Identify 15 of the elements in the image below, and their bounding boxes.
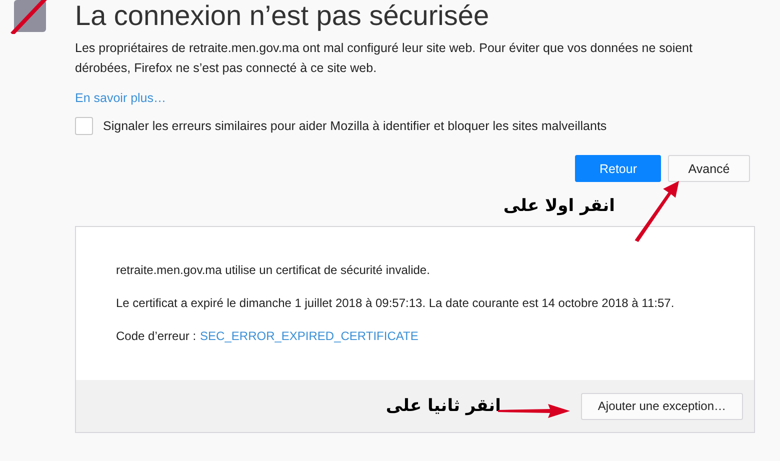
annotation-arrow bbox=[498, 403, 570, 419]
intro-paragraph: Les propriétaires de retraite.men.gov.ma ont mal configuré leur site web. Pour éviter que vos données ne soient dérobées, Firefox ne s’est pas connecté à ce site web. bbox=[75, 40, 694, 77]
annotation-text: انقر ثانيا على bbox=[386, 396, 501, 416]
error-code-link[interactable]: SEC_ERROR_EXPIRED_CERTIFICATE bbox=[200, 329, 418, 343]
details-text: Le certificat a expiré le dimanche 1 juillet 2018 à 09:57:13. La date courante est 14 octobre 2018 à 11:57. bbox=[116, 295, 676, 312]
learn-more-link[interactable]: En savoir plus… bbox=[75, 91, 166, 105]
details-text: retraite.men.gov.ma utilise un certificat de sécurité invalide. bbox=[116, 262, 431, 279]
error-code-label: Code d’erreur : bbox=[116, 328, 196, 345]
report-checkbox[interactable] bbox=[75, 117, 93, 135]
advanced-button[interactable]: Avancé bbox=[668, 155, 750, 182]
annotation-text: انقر اولا على bbox=[503, 196, 615, 218]
page-title: La connexion n’est pas sécurisée bbox=[75, 0, 490, 32]
checkbox-label: Signaler les erreurs similaires pour aider Mozilla à identifier et bloquer les sites malveillants bbox=[103, 119, 607, 133]
add-exception-button[interactable]: Ajouter une exception… bbox=[580, 392, 743, 420]
back-button[interactable]: Retour bbox=[575, 155, 661, 182]
